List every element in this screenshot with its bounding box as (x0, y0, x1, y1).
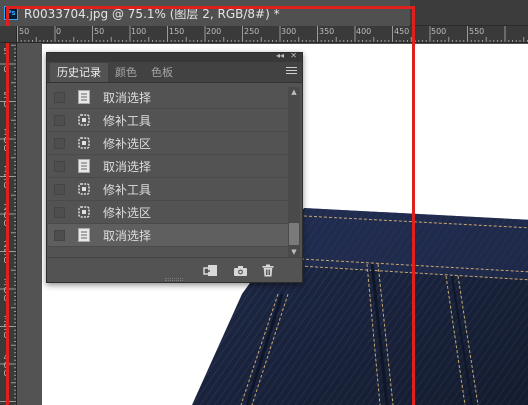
ruler-label: 2 5 0 (3, 240, 9, 265)
document-title: R0033704.jpg @ 75.1% (图层 2, RGB/8#) * (24, 6, 280, 21)
history-entry[interactable]: 修补工具 (48, 178, 288, 201)
ruler-label: 200 (206, 27, 222, 36)
ruler-label: 100 (131, 27, 147, 36)
scroll-up-icon[interactable]: ▲ (289, 87, 299, 97)
panel-title-strip[interactable]: ◂◂ ✕ (47, 51, 302, 62)
history-panel: ◂◂ ✕ 历史记录 颜色 色板 取消选择 修补工具 修补选区 取消选择 修补工具… (46, 51, 303, 283)
ruler-origin[interactable] (0, 26, 17, 43)
ruler-label: 4 0 0 (3, 353, 9, 378)
snapshot-source-checkbox[interactable] (54, 114, 65, 126)
snapshot-source-checkbox[interactable] (54, 160, 65, 172)
ruler-label: 0 (3, 65, 9, 74)
ruler-label: 2 0 0 (3, 203, 9, 228)
snapshot-source-checkbox[interactable] (54, 206, 65, 218)
ruler-label: 0 (56, 27, 62, 36)
ruler-label: 550 (469, 27, 485, 36)
history-list: 取消选择 修补工具 修补选区 取消选择 修补工具 修补选区 取消选择 (48, 86, 288, 258)
ruler-label: 400 (356, 27, 372, 36)
scroll-down-icon[interactable]: ▼ (289, 247, 299, 257)
patch-tool-icon (77, 112, 91, 128)
history-entry[interactable]: 修补选区 (48, 201, 288, 224)
patch-tool-icon (77, 204, 91, 220)
history-entry-label: 取消选择 (103, 90, 152, 105)
tab-swatches[interactable]: 色板 (144, 63, 180, 82)
ruler-label: 450 (394, 27, 410, 36)
tab-history[interactable]: 历史记录 (50, 63, 108, 82)
document-icon (77, 158, 91, 174)
ruler-label: 0 (3, 100, 9, 109)
trash-icon[interactable] (260, 263, 276, 278)
document-tab-bar: Ps R0033704.jpg @ 75.1% (图层 2, RGB/8#) * (0, 0, 528, 26)
history-entry-label: 取消选择 (103, 159, 152, 174)
horizontal-ruler[interactable]: 50 0 50 100 150 200 250 300 350 400 450 … (17, 26, 528, 43)
patch-tool-icon (77, 135, 91, 151)
ruler-label: 50 (19, 27, 30, 36)
ruler-label: 50 (94, 27, 105, 36)
panel-menu-icon[interactable] (286, 67, 297, 76)
ruler-label: 350 (319, 27, 335, 36)
ruler-label: 5 (3, 47, 9, 56)
document-icon (77, 89, 91, 105)
ruler-label: 1 0 0 (3, 128, 9, 153)
ruler-label: 5 (3, 91, 9, 100)
camera-icon[interactable] (232, 263, 248, 278)
history-footer (47, 257, 302, 282)
document-tab[interactable]: Ps R0033704.jpg @ 75.1% (图层 2, RGB/8#) * (0, 0, 410, 26)
history-entry-label: 修补工具 (103, 182, 152, 197)
ruler-label: 3 5 0 (3, 315, 9, 340)
ruler-label: 300 (281, 27, 297, 36)
history-entry-current[interactable]: 取消选择 (48, 224, 288, 247)
snapshot-source-checkbox[interactable] (54, 91, 65, 103)
patch-tool-icon (77, 181, 91, 197)
collapse-icon[interactable]: ◂◂ (276, 51, 284, 60)
history-entry-label: 修补选区 (103, 205, 152, 220)
history-entry[interactable]: 修补工具 (48, 109, 288, 132)
new-document-from-state-icon[interactable] (202, 263, 218, 278)
history-entry-label: 修补工具 (103, 113, 152, 128)
close-icon[interactable]: ✕ (290, 51, 297, 60)
history-scrollbar[interactable]: ▲ ▼ (288, 87, 300, 257)
history-entry[interactable]: 修补选区 (48, 132, 288, 155)
photoshop-icon: Ps (4, 6, 18, 20)
vertical-ruler[interactable]: 5 0 5 0 1 0 0 1 5 0 2 0 0 2 5 0 3 0 0 3 … (0, 26, 17, 405)
tab-color[interactable]: 颜色 (108, 63, 144, 82)
ruler-label: 1 5 0 (3, 165, 9, 190)
snapshot-source-checkbox[interactable] (54, 183, 65, 195)
history-entry[interactable]: 取消选择 (48, 86, 288, 109)
history-entry-label: 取消选择 (103, 228, 152, 243)
snapshot-source-checkbox[interactable] (54, 137, 65, 149)
resize-grip[interactable] (165, 278, 183, 281)
panel-tabs: 历史记录 颜色 色板 (47, 62, 302, 83)
ruler-label: 3 0 0 (3, 278, 9, 303)
snapshot-source-checkbox[interactable] (54, 229, 65, 241)
ruler-label: 500 (431, 27, 447, 36)
scroll-thumb[interactable] (289, 223, 299, 245)
history-entry[interactable]: 取消选择 (48, 155, 288, 178)
history-entry-label: 修补选区 (103, 136, 152, 151)
ruler-label: 250 (244, 27, 260, 36)
ruler-label: 150 (169, 27, 185, 36)
document-icon (77, 227, 91, 243)
